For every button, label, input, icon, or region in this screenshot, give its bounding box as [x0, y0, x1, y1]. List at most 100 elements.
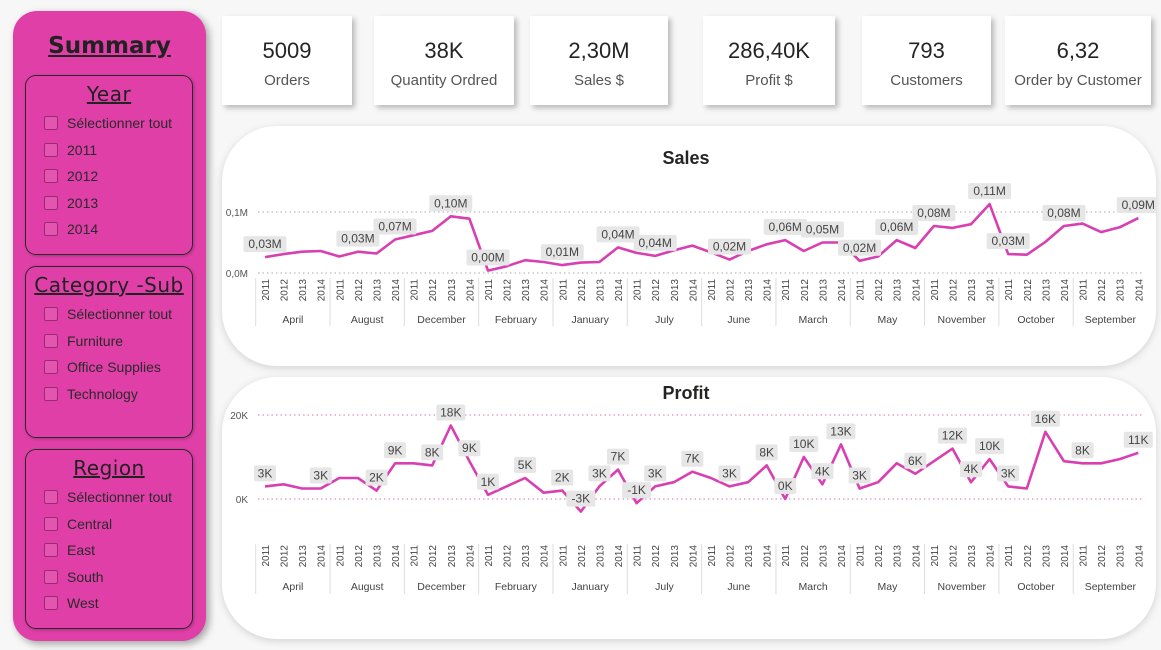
- data-point[interactable]: [1117, 224, 1123, 230]
- region-option-select-all[interactable]: Sélectionner tout: [26, 484, 192, 511]
- data-point[interactable]: [894, 460, 900, 466]
- data-point[interactable]: [1135, 215, 1141, 221]
- checkbox[interactable]: [44, 195, 58, 210]
- data-point[interactable]: [262, 483, 268, 489]
- data-point[interactable]: [262, 254, 268, 260]
- data-point[interactable]: [1135, 450, 1141, 456]
- data-point[interactable]: [764, 241, 770, 247]
- category-option-technology[interactable]: Technology: [26, 381, 192, 408]
- data-point[interactable]: [987, 456, 993, 462]
- checkbox[interactable]: [44, 169, 58, 184]
- data-point[interactable]: [504, 263, 510, 269]
- data-point[interactable]: [857, 258, 863, 264]
- data-point[interactable]: [355, 475, 361, 481]
- data-point[interactable]: [1005, 483, 1011, 489]
- data-point[interactable]: [1061, 458, 1067, 464]
- data-point[interactable]: [1024, 252, 1030, 258]
- data-point[interactable]: [281, 481, 287, 487]
- year-option-2014[interactable]: 2014: [26, 216, 192, 243]
- checkbox[interactable]: [44, 333, 58, 348]
- data-point[interactable]: [485, 492, 491, 498]
- data-point[interactable]: [1098, 229, 1104, 235]
- data-point[interactable]: [912, 245, 918, 251]
- data-point[interactable]: [931, 458, 937, 464]
- data-point[interactable]: [578, 509, 584, 515]
- data-point[interactable]: [801, 454, 807, 460]
- data-point[interactable]: [355, 249, 361, 255]
- category-option-furniture[interactable]: Furniture: [26, 328, 192, 355]
- data-point[interactable]: [336, 254, 342, 260]
- data-point[interactable]: [615, 467, 621, 473]
- data-point[interactable]: [745, 479, 751, 485]
- sales-line-chart[interactable]: Sales 0,0M 0,1M 0,03M 0,03M 0,07M 0,10M 0,00M 0,…: [222, 126, 1160, 366]
- data-point[interactable]: [522, 475, 528, 481]
- data-point[interactable]: [299, 486, 305, 492]
- data-point[interactable]: [931, 223, 937, 229]
- data-point[interactable]: [318, 486, 324, 492]
- checkbox[interactable]: [44, 386, 58, 401]
- data-point[interactable]: [392, 236, 398, 242]
- data-point[interactable]: [448, 213, 454, 219]
- data-point[interactable]: [411, 232, 417, 238]
- data-point[interactable]: [652, 483, 658, 489]
- data-point[interactable]: [615, 244, 621, 250]
- year-option-2011[interactable]: 2011: [26, 137, 192, 164]
- category-option-office-supplies[interactable]: Office Supplies: [26, 354, 192, 381]
- data-point[interactable]: [429, 462, 435, 468]
- year-option-2012[interactable]: 2012: [26, 163, 192, 190]
- data-point[interactable]: [373, 250, 379, 256]
- data-point[interactable]: [429, 228, 435, 234]
- region-option-east[interactable]: East: [26, 537, 192, 564]
- data-point[interactable]: [634, 500, 640, 506]
- checkbox[interactable]: [44, 307, 58, 322]
- data-point[interactable]: [281, 251, 287, 257]
- data-point[interactable]: [541, 490, 547, 496]
- data-point[interactable]: [782, 237, 788, 243]
- data-point[interactable]: [559, 262, 565, 268]
- data-point[interactable]: [466, 458, 472, 464]
- checkbox[interactable]: [44, 516, 58, 531]
- data-point[interactable]: [875, 479, 881, 485]
- data-point[interactable]: [373, 488, 379, 494]
- data-point[interactable]: [652, 253, 658, 259]
- data-point[interactable]: [912, 471, 918, 477]
- data-point[interactable]: [318, 248, 324, 254]
- data-point[interactable]: [727, 257, 733, 263]
- checkbox[interactable]: [44, 222, 58, 237]
- profit-line-chart[interactable]: Profit0K20K3K 3K 2K9K 8K18K9K1K5K2K-3K3K7K-…: [222, 377, 1156, 639]
- data-point[interactable]: [819, 240, 825, 246]
- data-point[interactable]: [949, 225, 955, 231]
- category-option-select-all[interactable]: Sélectionner tout: [26, 301, 192, 328]
- checkbox[interactable]: [44, 543, 58, 558]
- data-point[interactable]: [968, 479, 974, 485]
- year-option-select-all[interactable]: Sélectionner tout: [26, 110, 192, 137]
- data-point[interactable]: [1042, 429, 1048, 435]
- data-point[interactable]: [838, 441, 844, 447]
- data-point[interactable]: [504, 483, 510, 489]
- data-point[interactable]: [1061, 223, 1067, 229]
- data-point[interactable]: [689, 243, 695, 249]
- data-point[interactable]: [485, 268, 491, 274]
- data-point[interactable]: [727, 483, 733, 489]
- year-option-2013[interactable]: 2013: [26, 190, 192, 217]
- data-point[interactable]: [1098, 460, 1104, 466]
- data-point[interactable]: [1005, 251, 1011, 257]
- checkbox[interactable]: [44, 116, 58, 131]
- region-option-central[interactable]: Central: [26, 511, 192, 538]
- data-point[interactable]: [968, 221, 974, 227]
- data-point[interactable]: [596, 483, 602, 489]
- data-point[interactable]: [336, 475, 342, 481]
- region-option-south[interactable]: South: [26, 564, 192, 591]
- data-point[interactable]: [987, 201, 993, 207]
- data-point[interactable]: [466, 216, 472, 222]
- data-point[interactable]: [857, 486, 863, 492]
- data-point[interactable]: [559, 488, 565, 494]
- data-point[interactable]: [782, 496, 788, 502]
- data-point[interactable]: [801, 248, 807, 254]
- data-point[interactable]: [596, 259, 602, 265]
- data-point[interactable]: [764, 462, 770, 468]
- checkbox[interactable]: [44, 569, 58, 584]
- data-point[interactable]: [949, 446, 955, 452]
- checkbox[interactable]: [44, 596, 58, 611]
- checkbox[interactable]: [44, 360, 58, 375]
